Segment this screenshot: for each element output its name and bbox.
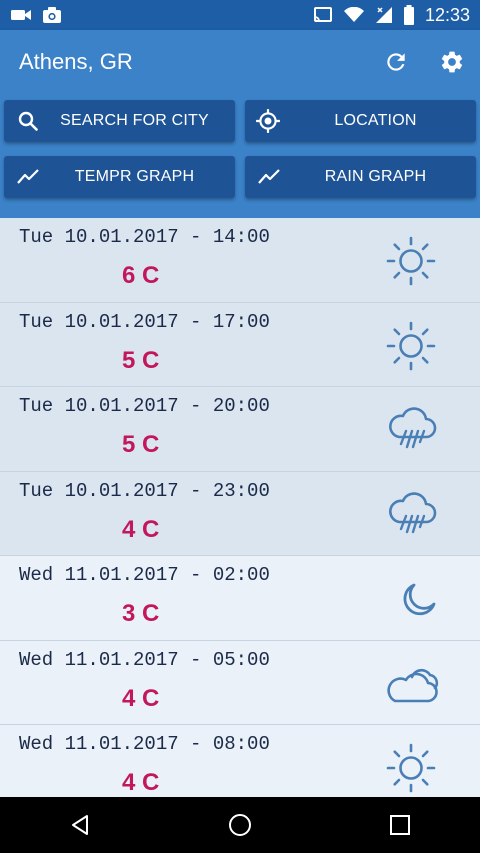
home-circle-icon [229, 814, 251, 836]
rain-graph-button[interactable]: RAIN GRAPH [245, 156, 476, 198]
location-button[interactable]: LOCATION [245, 100, 476, 142]
signal-icon [375, 7, 392, 23]
temperature-graph-button[interactable]: TEMPR GRAPH [4, 156, 235, 198]
back-triangle-icon [72, 815, 88, 835]
sun-icon [386, 236, 436, 286]
status-right: 12:33 [313, 5, 470, 26]
forecast-datetime: Wed 11.01.2017 - 02:00 [19, 564, 270, 586]
sun-icon [386, 743, 436, 793]
status-time: 12:33 [424, 4, 470, 25]
forecast-temperature: 6 C [122, 262, 160, 289]
forecast-temperature: 4 C [122, 769, 160, 796]
video-camera-icon [11, 10, 31, 20]
forecast-row[interactable]: Wed 11.01.2017 - 02:00 3 C [0, 556, 480, 641]
rain-cloud-icon [389, 407, 437, 449]
app-header: Athens, GR SEARCH FOR CITY LOCATION TEMP… [0, 30, 480, 218]
gear-icon [441, 51, 463, 73]
forecast-datetime: Wed 11.01.2017 - 08:00 [19, 733, 270, 755]
forecast-temperature: 5 C [122, 346, 160, 374]
navigation-bar [0, 797, 480, 853]
settings-button[interactable] [436, 46, 468, 78]
forecast-row[interactable]: Wed 11.01.2017 - 08:00 4 C [0, 725, 480, 797]
crosshair-icon [256, 109, 280, 133]
battery-icon [403, 5, 414, 25]
back-button[interactable] [50, 797, 110, 853]
forecast-datetime: Wed 11.01.2017 - 05:00 [19, 648, 270, 671]
status-left [10, 6, 62, 24]
search-icon [18, 111, 38, 131]
refresh-button[interactable] [380, 46, 412, 78]
forecast-datetime: Tue 10.01.2017 - 17:00 [19, 310, 270, 333]
cast-icon [313, 7, 332, 22]
line-chart-icon [17, 169, 39, 184]
forecast-datetime: Tue 10.01.2017 - 14:00 [19, 226, 270, 248]
search-city-button[interactable]: SEARCH FOR CITY [4, 100, 235, 142]
cloud-icon [387, 668, 439, 702]
forecast-datetime: Tue 10.01.2017 - 23:00 [19, 479, 270, 502]
forecast-row[interactable]: Wed 11.01.2017 - 05:00 4 C [0, 640, 480, 725]
forecast-temperature: 4 C [122, 515, 160, 543]
home-button[interactable] [210, 797, 270, 853]
line-chart-icon [258, 169, 280, 184]
moon-icon [403, 583, 436, 616]
rain-cloud-icon [389, 491, 437, 533]
city-title: Athens, GR [19, 49, 133, 74]
recents-square-icon [390, 815, 410, 835]
forecast-list[interactable]: Tue 10.01.2017 - 14:00 6 C Tue 10.01.201… [0, 218, 480, 797]
forecast-datetime: Tue 10.01.2017 - 20:00 [19, 395, 270, 417]
forecast-temperature: 4 C [122, 684, 160, 712]
sun-icon [386, 321, 436, 370]
camera-icon [43, 7, 61, 23]
wifi-icon [343, 7, 364, 22]
forecast-row[interactable]: Tue 10.01.2017 - 20:00 5 C [0, 387, 480, 472]
status-bar: 12:33 [0, 0, 480, 30]
forecast-row[interactable]: Tue 10.01.2017 - 23:00 4 C [0, 471, 480, 556]
forecast-temperature: 3 C [122, 600, 160, 627]
refresh-icon [387, 53, 405, 71]
forecast-row[interactable]: Tue 10.01.2017 - 14:00 6 C [0, 218, 480, 303]
forecast-row[interactable]: Tue 10.01.2017 - 17:00 5 C [0, 302, 480, 387]
forecast-temperature: 5 C [122, 431, 160, 458]
recents-button[interactable] [370, 797, 430, 853]
